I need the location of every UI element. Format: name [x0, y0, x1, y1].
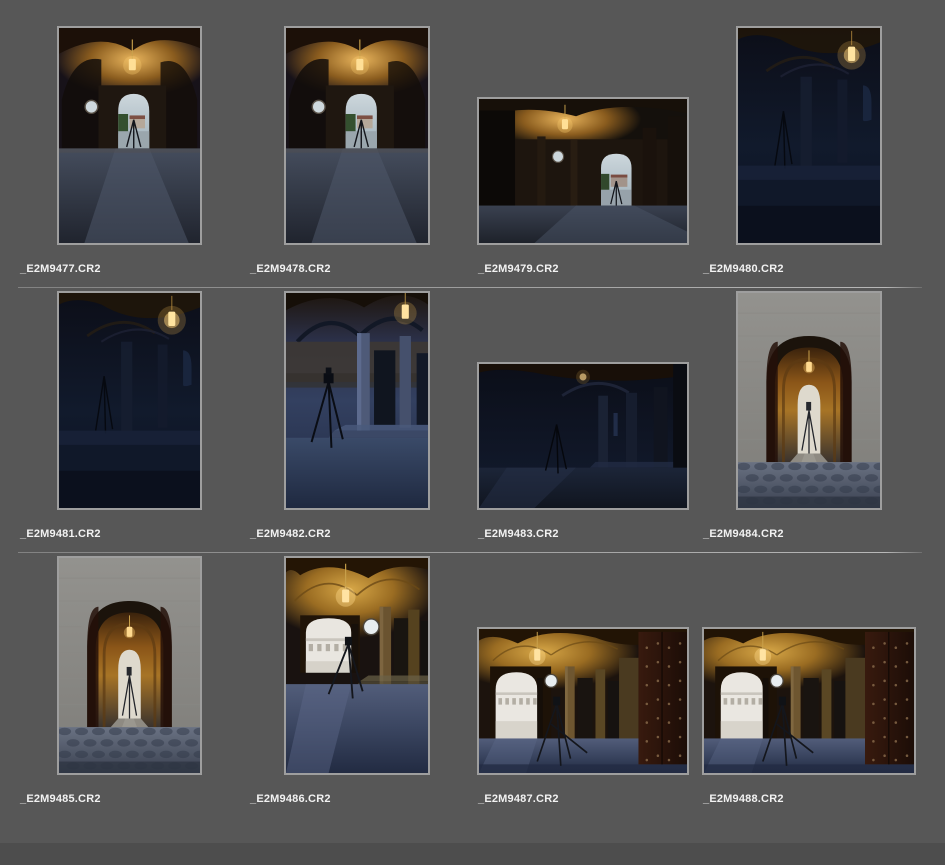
footer-bar — [0, 843, 945, 865]
file-name-label[interactable]: _E2M9477.CR2 — [20, 263, 101, 276]
photo-dark-blue-landscape — [479, 364, 687, 508]
thumbnail-grid: _E2M9477.CR2 _E2M9478.CR2 _E2M9479.CR2 _… — [0, 0, 945, 865]
file-thumbnail[interactable] — [57, 26, 202, 245]
file-name-label[interactable]: _E2M9486.CR2 — [250, 793, 331, 806]
photo-stone-portal — [738, 293, 880, 508]
photo-dark-blue-interior — [59, 293, 200, 508]
file-name-label[interactable]: _E2M9487.CR2 — [478, 793, 559, 806]
file-thumbnail[interactable] — [736, 291, 882, 510]
photo-arcade-daylight — [479, 99, 687, 243]
file-name-label[interactable]: _E2M9479.CR2 — [478, 263, 559, 276]
photo-archway-tunnel — [286, 28, 428, 243]
file-thumbnail[interactable] — [57, 291, 202, 510]
photo-warm-arcade — [286, 558, 428, 773]
file-name-label[interactable]: _E2M9478.CR2 — [250, 263, 331, 276]
file-name-label[interactable]: _E2M9482.CR2 — [250, 528, 331, 541]
file-thumbnail[interactable] — [284, 26, 430, 245]
file-thumbnail[interactable] — [477, 97, 689, 245]
file-thumbnail[interactable] — [702, 627, 916, 775]
file-thumbnail[interactable] — [477, 627, 689, 775]
photo-dark-blue-interior — [738, 28, 880, 243]
photo-warm-arcade-door — [479, 629, 687, 773]
file-thumbnail[interactable] — [736, 26, 882, 245]
photo-archway-tunnel — [59, 28, 200, 243]
row-divider — [18, 552, 922, 553]
photo-stone-portal — [59, 558, 200, 773]
file-name-label[interactable]: _E2M9488.CR2 — [703, 793, 784, 806]
file-name-label[interactable]: _E2M9481.CR2 — [20, 528, 101, 541]
row-divider — [18, 287, 922, 288]
file-thumbnail[interactable] — [284, 556, 430, 775]
file-name-label[interactable]: _E2M9483.CR2 — [478, 528, 559, 541]
file-name-label[interactable]: _E2M9484.CR2 — [703, 528, 784, 541]
file-thumbnail[interactable] — [57, 556, 202, 775]
photo-blue-interior-tripod — [286, 293, 428, 508]
file-name-label[interactable]: _E2M9480.CR2 — [703, 263, 784, 276]
photo-warm-arcade-door — [704, 629, 914, 773]
file-thumbnail[interactable] — [284, 291, 430, 510]
file-thumbnail[interactable] — [477, 362, 689, 510]
file-name-label[interactable]: _E2M9485.CR2 — [20, 793, 101, 806]
